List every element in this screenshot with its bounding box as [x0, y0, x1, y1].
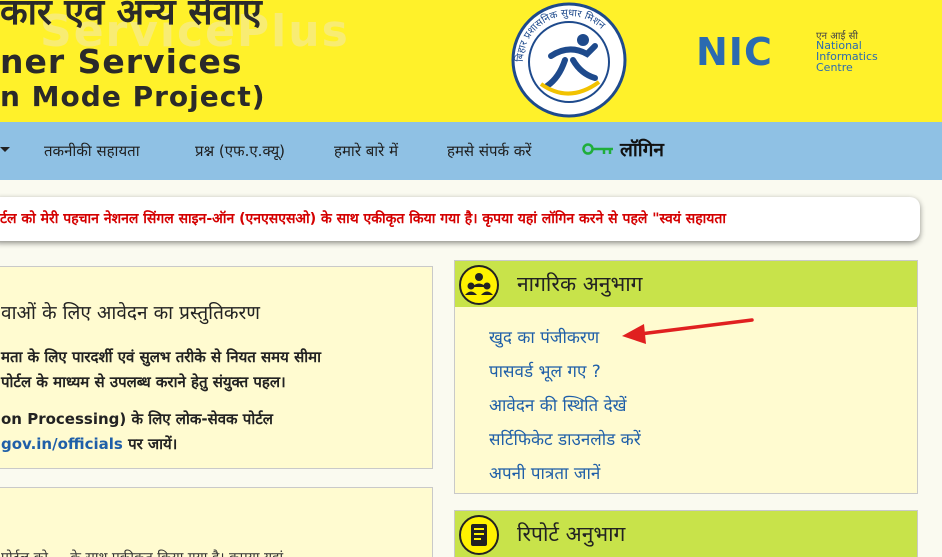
nav-faq[interactable]: प्रश्न (एफ.ए.क्यू) — [195, 141, 285, 161]
info-box-secondary: पोर्टल को ... के साथ एकीकृत किया गया है।… — [0, 487, 433, 557]
officials-note-line: gov.in/officials पर जायें। — [1, 432, 273, 457]
nav-technical-support[interactable]: तकनीकी सहायता — [44, 141, 140, 161]
description-line: पोर्टल के माध्यम से उपलब्ध कराने हेतु सं… — [1, 373, 286, 391]
link-know-eligibility[interactable]: अपनी पात्रता जानें — [489, 457, 641, 491]
header-english-title: ner Services — [0, 42, 243, 81]
info-box: वाओं के लिए आवेदन का प्रस्तुतिकरण मता के… — [0, 266, 433, 469]
info-box-title: वाओं के लिए आवेदन का प्रस्तुतिकरण — [1, 302, 261, 324]
report-section: रिपोर्ट अनुभाग — [454, 510, 918, 557]
bihar-mission-logo[interactable]: बिहार प्रशासनिक सुधार मिशन — [503, 0, 635, 118]
officials-note-line: on Processing) के लिए लोक-सेवक पोर्टल — [1, 410, 273, 428]
link-forgot-password[interactable]: पासवर्ड भूल गए ? — [489, 355, 641, 389]
header-english-subtitle: n Mode Project) — [0, 80, 266, 113]
key-icon — [582, 143, 613, 155]
officials-portal-link[interactable]: gov.in/officials — [1, 435, 123, 453]
link-certificate-download[interactable]: सर्टिफिकेट डाउनलोड करें — [489, 423, 641, 457]
report-section-title: रिपोर्ट अनुभाग — [517, 522, 626, 546]
login-label: लॉगिन — [620, 139, 664, 161]
secondary-box-text: पोर्टल को ... के साथ एकीकृत किया गया है।… — [1, 548, 283, 557]
page: ServicePlus कार एवं अन्य सेवाएँ ner Serv… — [0, 0, 942, 557]
officials-note-suffix: पर जायें। — [122, 435, 178, 453]
info-box-officials-note: on Processing) के लिए लोक-सेवक पोर्टल go… — [1, 407, 273, 457]
nav-contact-us[interactable]: हमसे संपर्क करें — [447, 141, 531, 161]
nic-logo-block[interactable]: NIC एन आई सी National Informatics Centre — [696, 28, 906, 78]
link-application-status[interactable]: आवेदन की स्थिति देखें — [489, 389, 641, 423]
citizen-section-header: नागरिक अनुभाग — [455, 261, 917, 307]
annotation-arrow-icon — [622, 318, 754, 344]
site-header: ServicePlus कार एवं अन्य सेवाएँ ner Serv… — [0, 0, 942, 122]
login-button[interactable]: लॉगिन — [582, 136, 664, 162]
nav-about-us[interactable]: हमारे बारे में — [334, 141, 398, 161]
notice-text: र्टल को मेरी पहचान नेशनल सिंगल साइन-ऑन (… — [0, 211, 727, 227]
people-group-icon — [459, 265, 499, 305]
notice-marquee[interactable]: र्टल को मेरी पहचान नेशनल सिंगल साइन-ऑन (… — [0, 197, 920, 241]
report-document-icon — [459, 515, 499, 555]
citizen-section: नागरिक अनुभाग खुद का पंजीकरण पासवर्ड भूल… — [454, 260, 918, 494]
chevron-down-icon[interactable] — [0, 147, 10, 152]
description-line: मता के लिए पारदर्शी एवं सुलभ तरीके से नि… — [1, 348, 321, 366]
info-box-description: मता के लिए पारदर्शी एवं सुलभ तरीके से नि… — [1, 345, 321, 395]
citizen-section-title: नागरिक अनुभाग — [517, 272, 643, 296]
nic-english-label: National Informatics Centre — [816, 39, 878, 74]
main-nav: तकनीकी सहायता प्रश्न (एफ.ए.क्यू) हमारे ब… — [0, 122, 942, 180]
header-hindi-title: कार एवं अन्य सेवाएँ — [0, 0, 262, 33]
nic-logo: NIC — [696, 30, 773, 74]
report-section-header: रिपोर्ट अनुभाग — [455, 511, 917, 557]
